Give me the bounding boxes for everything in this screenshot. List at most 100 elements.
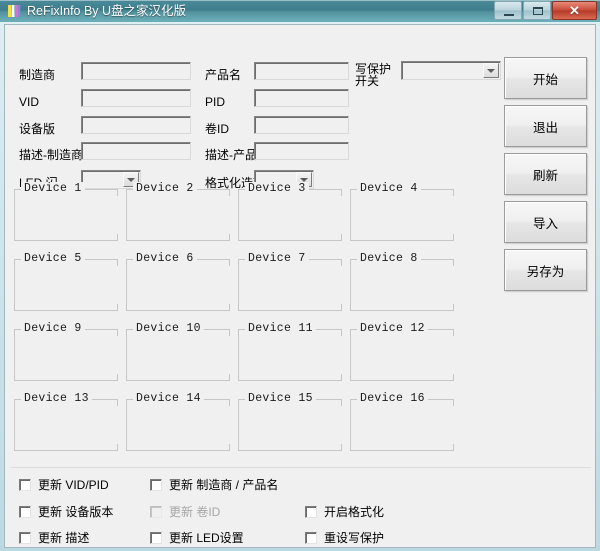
- group-right-cap-top: [341, 329, 342, 336]
- checkbox-box[interactable]: [19, 505, 31, 518]
- minimize-button[interactable]: [494, 1, 522, 20]
- device-group-14[interactable]: Device 14: [126, 392, 230, 451]
- update-vid-pid-checkbox[interactable]: 更新 VID/PID: [19, 476, 109, 493]
- group-right-cap-top: [453, 259, 454, 266]
- group-right-cap-bottom: [229, 444, 230, 451]
- pid-input[interactable]: [254, 89, 349, 107]
- group-top-line: [216, 329, 230, 330]
- device-group-12[interactable]: Device 12: [350, 322, 454, 381]
- save-as-button[interactable]: 另存为: [504, 249, 587, 291]
- checkbox-box[interactable]: [305, 531, 317, 544]
- update-device-version-checkbox[interactable]: 更新 设备版本: [19, 503, 113, 520]
- label-write-protect-line2: 开关: [355, 74, 380, 88]
- checkbox-box[interactable]: [150, 531, 162, 544]
- window-title: ReFixInfo By U盘之家汉化版: [27, 4, 187, 18]
- group-right-cap-top: [341, 399, 342, 406]
- group-right-cap-bottom: [341, 304, 342, 311]
- device-group-label: Device 16: [357, 392, 428, 405]
- group-right-cap-bottom: [341, 374, 342, 381]
- app-colorbars-icon: [8, 5, 21, 17]
- device-group-11[interactable]: Device 11: [238, 322, 342, 381]
- device-group-10[interactable]: Device 10: [126, 322, 230, 381]
- vid-input[interactable]: [81, 89, 191, 107]
- maximize-button[interactable]: [523, 1, 551, 20]
- checkbox-box[interactable]: [305, 505, 317, 518]
- checkbox-label: 更新 描述: [38, 531, 90, 545]
- label-volume-id: 卷ID: [205, 122, 230, 136]
- refresh-button[interactable]: 刷新: [504, 153, 587, 195]
- group-right-cap-bottom: [453, 234, 454, 241]
- start-button[interactable]: 开始: [504, 57, 587, 99]
- device-version-input[interactable]: [81, 116, 191, 134]
- device-group-4[interactable]: Device 4: [350, 182, 454, 241]
- device-group-label: Device 12: [357, 322, 428, 335]
- device-group-label: Device 8: [357, 252, 421, 265]
- label-vid: VID: [19, 95, 40, 109]
- volume-id-input[interactable]: [254, 116, 349, 134]
- group-right-cap-bottom: [117, 234, 118, 241]
- group-right-cap-bottom: [117, 444, 118, 451]
- device-group-13[interactable]: Device 13: [14, 392, 118, 451]
- device-group-label: Device 9: [21, 322, 85, 335]
- manufacturer-input[interactable]: [81, 62, 191, 80]
- device-group-label: Device 11: [245, 322, 316, 335]
- divider: [11, 467, 591, 468]
- group-right-cap-bottom: [341, 444, 342, 451]
- group-top-line: [440, 399, 454, 400]
- device-group-6[interactable]: Device 6: [126, 252, 230, 311]
- desc-product-input[interactable]: [254, 142, 349, 160]
- enable-format-checkbox[interactable]: 开启格式化: [305, 503, 384, 520]
- update-manufacturer-product-checkbox[interactable]: 更新 制造商 / 产品名: [150, 476, 278, 493]
- group-right-cap-top: [229, 189, 230, 196]
- device-group-7[interactable]: Device 7: [238, 252, 342, 311]
- group-right-cap-top: [229, 399, 230, 406]
- group-right-cap-top: [117, 189, 118, 196]
- device-group-label: Device 4: [357, 182, 421, 195]
- update-volume-id-checkbox: 更新 卷ID: [150, 503, 220, 520]
- product-name-input[interactable]: [254, 62, 349, 80]
- label-write-protect: 写保护 开关: [355, 63, 391, 87]
- desc-manufacturer-input[interactable]: [81, 142, 191, 160]
- exit-button[interactable]: 退出: [504, 105, 587, 147]
- update-led-settings-checkbox[interactable]: 更新 LED设置: [150, 529, 244, 546]
- close-button[interactable]: ✕: [552, 1, 597, 20]
- device-group-label: Device 5: [21, 252, 85, 265]
- group-top-line: [216, 189, 230, 190]
- group-top-line: [328, 259, 342, 260]
- led-flash-combo[interactable]: [81, 170, 141, 189]
- device-group-1[interactable]: Device 1: [14, 182, 118, 241]
- device-group-8[interactable]: Device 8: [350, 252, 454, 311]
- group-right-cap-top: [229, 329, 230, 336]
- device-group-label: Device 3: [245, 182, 309, 195]
- import-button[interactable]: 导入: [504, 201, 587, 243]
- write-protect-combo[interactable]: [401, 61, 501, 80]
- group-right-cap-top: [453, 329, 454, 336]
- title-bar[interactable]: ReFixInfo By U盘之家汉化版 ✕: [0, 0, 600, 22]
- group-right-cap-top: [117, 329, 118, 336]
- device-group-label: Device 14: [133, 392, 204, 405]
- group-top-line: [104, 189, 118, 190]
- device-group-5[interactable]: Device 5: [14, 252, 118, 311]
- chevron-down-icon[interactable]: [483, 63, 499, 78]
- update-description-checkbox[interactable]: 更新 描述: [19, 529, 89, 546]
- group-right-cap-top: [341, 259, 342, 266]
- reset-write-protect-checkbox[interactable]: 重设写保护: [305, 529, 384, 546]
- checkbox-label: 更新 设备版本: [38, 505, 114, 519]
- checkbox-box[interactable]: [19, 531, 31, 544]
- group-top-line: [104, 259, 118, 260]
- checkbox-box[interactable]: [150, 478, 162, 491]
- device-group-9[interactable]: Device 9: [14, 322, 118, 381]
- label-pid: PID: [205, 95, 226, 109]
- device-group-label: Device 10: [133, 322, 204, 335]
- device-group-3[interactable]: Device 3: [238, 182, 342, 241]
- group-right-cap-top: [341, 189, 342, 196]
- device-group-label: Device 7: [245, 252, 309, 265]
- device-group-15[interactable]: Device 15: [238, 392, 342, 451]
- device-group-16[interactable]: Device 16: [350, 392, 454, 451]
- group-right-cap-top: [453, 399, 454, 406]
- maximize-icon: [533, 7, 543, 15]
- group-right-cap-top: [229, 259, 230, 266]
- device-group-2[interactable]: Device 2: [126, 182, 230, 241]
- checkbox-box[interactable]: [19, 478, 31, 491]
- device-group-label: Device 15: [245, 392, 316, 405]
